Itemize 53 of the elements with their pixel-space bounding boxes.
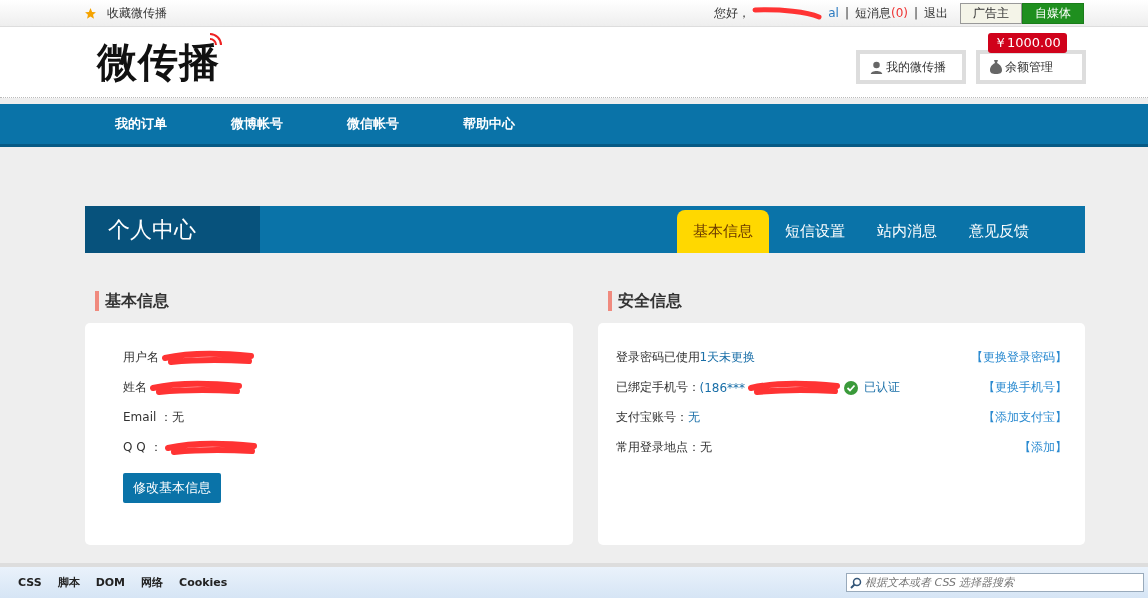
devtools-tab[interactable]: 网络	[141, 575, 164, 590]
field-label: 已绑定手机号：	[615, 379, 700, 396]
nav-link[interactable]: 微信帐号	[347, 115, 399, 133]
devtools-tab[interactable]: Cookies	[179, 576, 228, 589]
check-icon	[844, 380, 859, 395]
role-tab[interactable]: 自媒体	[1022, 2, 1084, 24]
field-value: (186***	[699, 380, 746, 395]
search-icon	[850, 577, 862, 589]
verified-text: 已认证	[864, 379, 901, 396]
action-link[interactable]: 【更换手机号】	[983, 379, 1067, 396]
favorite-link[interactable]: 收藏微传播	[107, 4, 167, 22]
field-label: 支付宝账号：	[615, 409, 688, 426]
page-title: 个人中心	[85, 206, 260, 253]
my-account-button[interactable]: 我的微传播	[856, 50, 966, 84]
profile-tab[interactable]: 意见反馈	[953, 210, 1045, 253]
section-heading: 基本信息	[95, 291, 573, 311]
devtools-tab[interactable]: 脚本	[57, 575, 80, 590]
field-label: 用户名	[123, 349, 159, 366]
user-icon	[870, 60, 883, 74]
section-heading: 安全信息	[607, 291, 1085, 311]
site-logo[interactable]: 微传播	[97, 34, 224, 90]
devtools-tab[interactable]: DOM	[95, 576, 126, 589]
nav-link[interactable]: 微博帐号	[231, 115, 283, 133]
balance-badge: ￥1000.00	[988, 33, 1067, 53]
profile-tab[interactable]: 短信设置	[769, 210, 861, 253]
profile-tab[interactable]: 基本信息	[677, 210, 769, 253]
star-icon	[84, 6, 97, 20]
action-link[interactable]: 【添加】	[1019, 439, 1067, 456]
redaction-scribble	[752, 6, 823, 20]
nav-link[interactable]: 帮助中心	[463, 115, 515, 133]
username-link[interactable]: al	[828, 6, 839, 20]
greeting-text: 您好，	[714, 4, 751, 22]
messages-link[interactable]: 短消息(0)	[854, 4, 908, 22]
logout-link[interactable]: 退出	[924, 4, 948, 22]
field-label: 登录密码已使用	[615, 349, 700, 366]
money-bag-icon	[990, 60, 1002, 74]
separator: |	[913, 6, 918, 20]
search-field[interactable]: 根据文本或者 CSS 选择器搜索	[846, 573, 1144, 592]
devtools-tab[interactable]: CSS	[18, 576, 42, 589]
field-label: 姓名	[123, 379, 147, 396]
action-link[interactable]: 【添加支付宝】	[983, 409, 1067, 426]
field-label: Email ：无	[123, 409, 185, 426]
separator: |	[844, 6, 849, 20]
field-label: 常用登录地点：无	[615, 439, 712, 456]
role-tab[interactable]: 广告主	[960, 2, 1022, 24]
field-value: 无	[687, 409, 700, 426]
profile-tab[interactable]: 站内消息	[861, 210, 953, 253]
field-value: 1天未更换	[699, 349, 756, 366]
edit-info-button[interactable]: 修改基本信息	[123, 473, 221, 503]
balance-button[interactable]: 余额管理	[976, 50, 1086, 84]
nav-link[interactable]: 我的订单	[115, 115, 167, 133]
field-label: Q Q ：	[123, 439, 162, 456]
action-link[interactable]: 【更换登录密码】	[971, 349, 1067, 366]
